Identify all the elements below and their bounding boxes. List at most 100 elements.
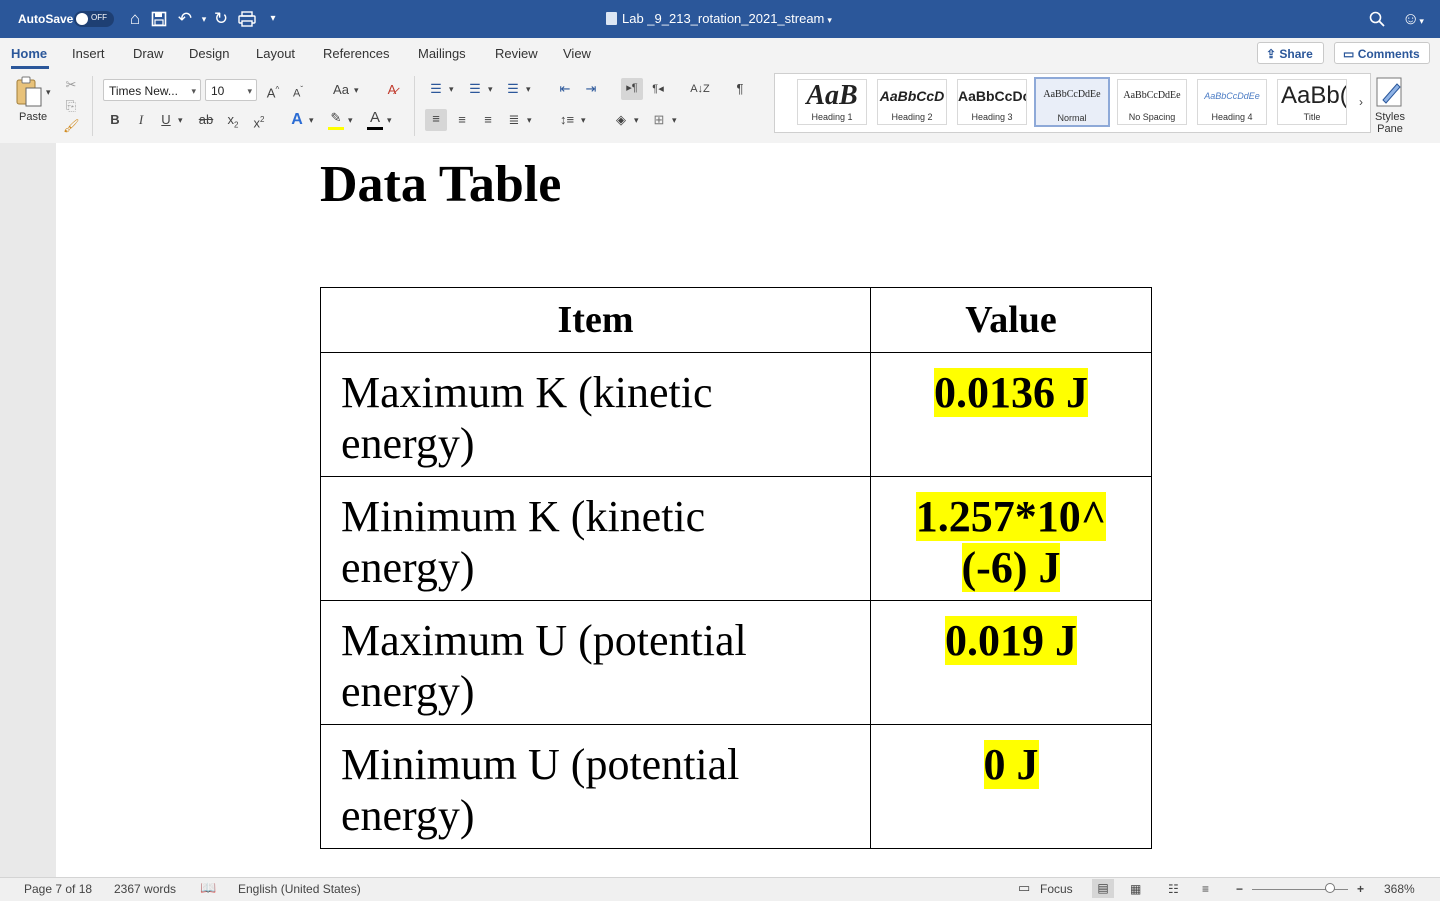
style-heading-4[interactable]: AaBbCcDdEe Heading 4 [1197, 79, 1267, 125]
strikethrough-button[interactable]: ab [196, 110, 216, 130]
justify-icon[interactable]: ≣ [505, 110, 523, 130]
underline-button[interactable]: U [158, 110, 174, 130]
clear-formatting-icon[interactable]: A̷ [382, 80, 402, 100]
word-count[interactable]: 2367 words [114, 882, 176, 896]
copy-icon[interactable]: ⎘ [63, 96, 79, 116]
chevron-down-icon[interactable]: ▾ [387, 110, 392, 130]
bold-button[interactable]: B [107, 110, 123, 130]
multilevel-list-icon[interactable]: ☰ [504, 79, 522, 99]
align-left-icon[interactable]: ≡ [425, 109, 447, 131]
chevron-down-icon[interactable]: ▾ [634, 110, 639, 130]
print-icon[interactable] [236, 8, 258, 30]
font-name-dropdown[interactable]: Times New... ▾ [103, 79, 201, 101]
numbering-icon[interactable]: ☰ [466, 79, 484, 99]
line-spacing-icon[interactable]: ↕≡ [557, 110, 577, 130]
chevron-down-icon[interactable]: ▾ [449, 79, 454, 99]
align-right-icon[interactable]: ≡ [479, 110, 497, 130]
home-icon[interactable]: ⌂ [124, 8, 146, 30]
proofing-icon[interactable]: 📖 [200, 880, 216, 896]
cut-icon[interactable]: ✂ [63, 75, 79, 95]
subscript-button[interactable]: x2 [225, 110, 241, 130]
chevron-down-icon[interactable]: ▾ [527, 110, 532, 130]
document-area[interactable]: Data Table Item Value Maximum K (kinetic… [0, 143, 1440, 877]
format-painter-icon[interactable]: 🖌 [63, 116, 80, 136]
save-icon[interactable] [148, 8, 170, 30]
tab-view[interactable]: View [563, 46, 591, 61]
bullets-icon[interactable]: ☰ [427, 79, 445, 99]
tab-review[interactable]: Review [495, 46, 538, 61]
language-status[interactable]: English (United States) [238, 882, 361, 896]
focus-icon[interactable]: ▭ [1018, 880, 1030, 896]
document-heading: Data Table [320, 156, 562, 213]
style-heading-2[interactable]: AaBbCcD Heading 2 [877, 79, 947, 125]
chevron-down-icon[interactable]: ▾ [672, 110, 677, 130]
font-color-icon[interactable]: A [366, 108, 384, 128]
increase-indent-icon[interactable]: ⇥ [582, 79, 600, 99]
chevron-down-icon[interactable]: ▾ [178, 110, 183, 130]
style-title[interactable]: AaBb( Title [1277, 79, 1347, 125]
rtl-direction-icon[interactable]: ¶◂ [649, 79, 667, 99]
draft-view-icon[interactable]: ≡ [1202, 882, 1209, 896]
zoom-slider-handle[interactable] [1325, 883, 1335, 893]
shrink-font-icon[interactable]: Aˇ [289, 80, 307, 100]
borders-icon[interactable]: ⊞ [650, 110, 668, 130]
tab-mailings[interactable]: Mailings [418, 46, 466, 61]
sort-icon[interactable]: A↓Z [690, 79, 710, 99]
styles-more-chevron-icon[interactable]: › [1355, 92, 1367, 112]
ltr-direction-icon[interactable]: ▸¶ [621, 78, 643, 100]
table-row: Maximum K (kinetic energy) 0.0136 J [320, 352, 1152, 477]
table-row: Minimum K (kinetic energy) 1.257*10^ (-6)… [320, 476, 1152, 601]
grow-font-icon[interactable]: A^ [264, 80, 282, 100]
chevron-down-icon[interactable]: ▾ [348, 110, 353, 130]
superscript-button[interactable]: x2 [251, 110, 267, 130]
redo-icon[interactable]: ↻ [210, 8, 232, 30]
italic-button[interactable]: I [133, 110, 149, 130]
web-layout-icon[interactable]: ▦ [1130, 882, 1141, 896]
share-button[interactable]: ⇪ Share [1257, 42, 1324, 64]
focus-button[interactable]: Focus [1040, 882, 1073, 896]
shading-icon[interactable]: ◈ [612, 110, 630, 130]
paste-button[interactable] [14, 76, 44, 110]
style-no-spacing[interactable]: AaBbCcDdEe No Spacing [1117, 79, 1187, 125]
feedback-smiley-icon[interactable]: ☺▾ [1398, 8, 1428, 30]
style-heading-1[interactable]: AaB Heading 1 [797, 79, 867, 125]
show-formatting-button[interactable]: ¶ [731, 79, 749, 99]
print-layout-icon[interactable]: ▤ [1092, 879, 1114, 898]
decrease-indent-icon[interactable]: ⇤ [556, 79, 574, 99]
tab-home[interactable]: Home [11, 46, 47, 61]
tab-draw[interactable]: Draw [133, 46, 163, 61]
chevron-down-icon[interactable]: ▾ [354, 80, 359, 100]
chevron-down-icon[interactable]: ▾ [309, 110, 314, 130]
styles-pane-button[interactable]: Styles Pane [1373, 76, 1407, 135]
chevron-down-icon[interactable]: ▾ [526, 79, 531, 99]
word-document-icon [606, 12, 617, 25]
tab-design[interactable]: Design [189, 46, 229, 61]
outline-view-icon[interactable]: ☷ [1168, 882, 1179, 896]
toggle-knob [76, 13, 88, 25]
document-page[interactable]: Data Table Item Value Maximum K (kinetic… [56, 143, 1440, 877]
search-icon[interactable] [1366, 8, 1388, 30]
chevron-down-icon[interactable]: ▾ [581, 110, 586, 130]
paste-dropdown-icon[interactable]: ▾ [46, 82, 51, 102]
zoom-in-icon[interactable]: + [1357, 882, 1364, 896]
title-bar: AutoSave OFF ⌂ ↶ ▾ ↻ ▾ Lab _9_213_rotati… [0, 0, 1440, 38]
zoom-out-icon[interactable]: − [1236, 882, 1243, 896]
highlight-icon[interactable]: ✎ [327, 108, 345, 128]
change-case-button[interactable]: Aa [329, 80, 353, 100]
chevron-down-icon[interactable]: ▾ [488, 79, 493, 99]
title-chevron-icon[interactable]: ▾ [827, 15, 832, 25]
table-row: Maximum U (potential energy) 0.019 J [320, 600, 1152, 725]
align-center-icon[interactable]: ≡ [453, 110, 471, 130]
autosave-toggle[interactable]: OFF [74, 11, 114, 27]
style-normal[interactable]: AaBbCcDdEe Normal [1034, 77, 1110, 127]
page-count[interactable]: Page 7 of 18 [24, 882, 92, 896]
customize-toolbar-icon[interactable]: ▾ [262, 8, 284, 30]
zoom-level[interactable]: 368% [1384, 882, 1415, 896]
text-effects-icon[interactable]: A [288, 110, 306, 130]
tab-layout[interactable]: Layout [256, 46, 295, 61]
tab-insert[interactable]: Insert [72, 46, 105, 61]
style-heading-3[interactable]: AaBbCcDc Heading 3 [957, 79, 1027, 125]
tab-references[interactable]: References [323, 46, 389, 61]
font-size-dropdown[interactable]: 10 ▾ [205, 79, 257, 101]
comments-button[interactable]: ▭ Comments [1334, 42, 1430, 64]
